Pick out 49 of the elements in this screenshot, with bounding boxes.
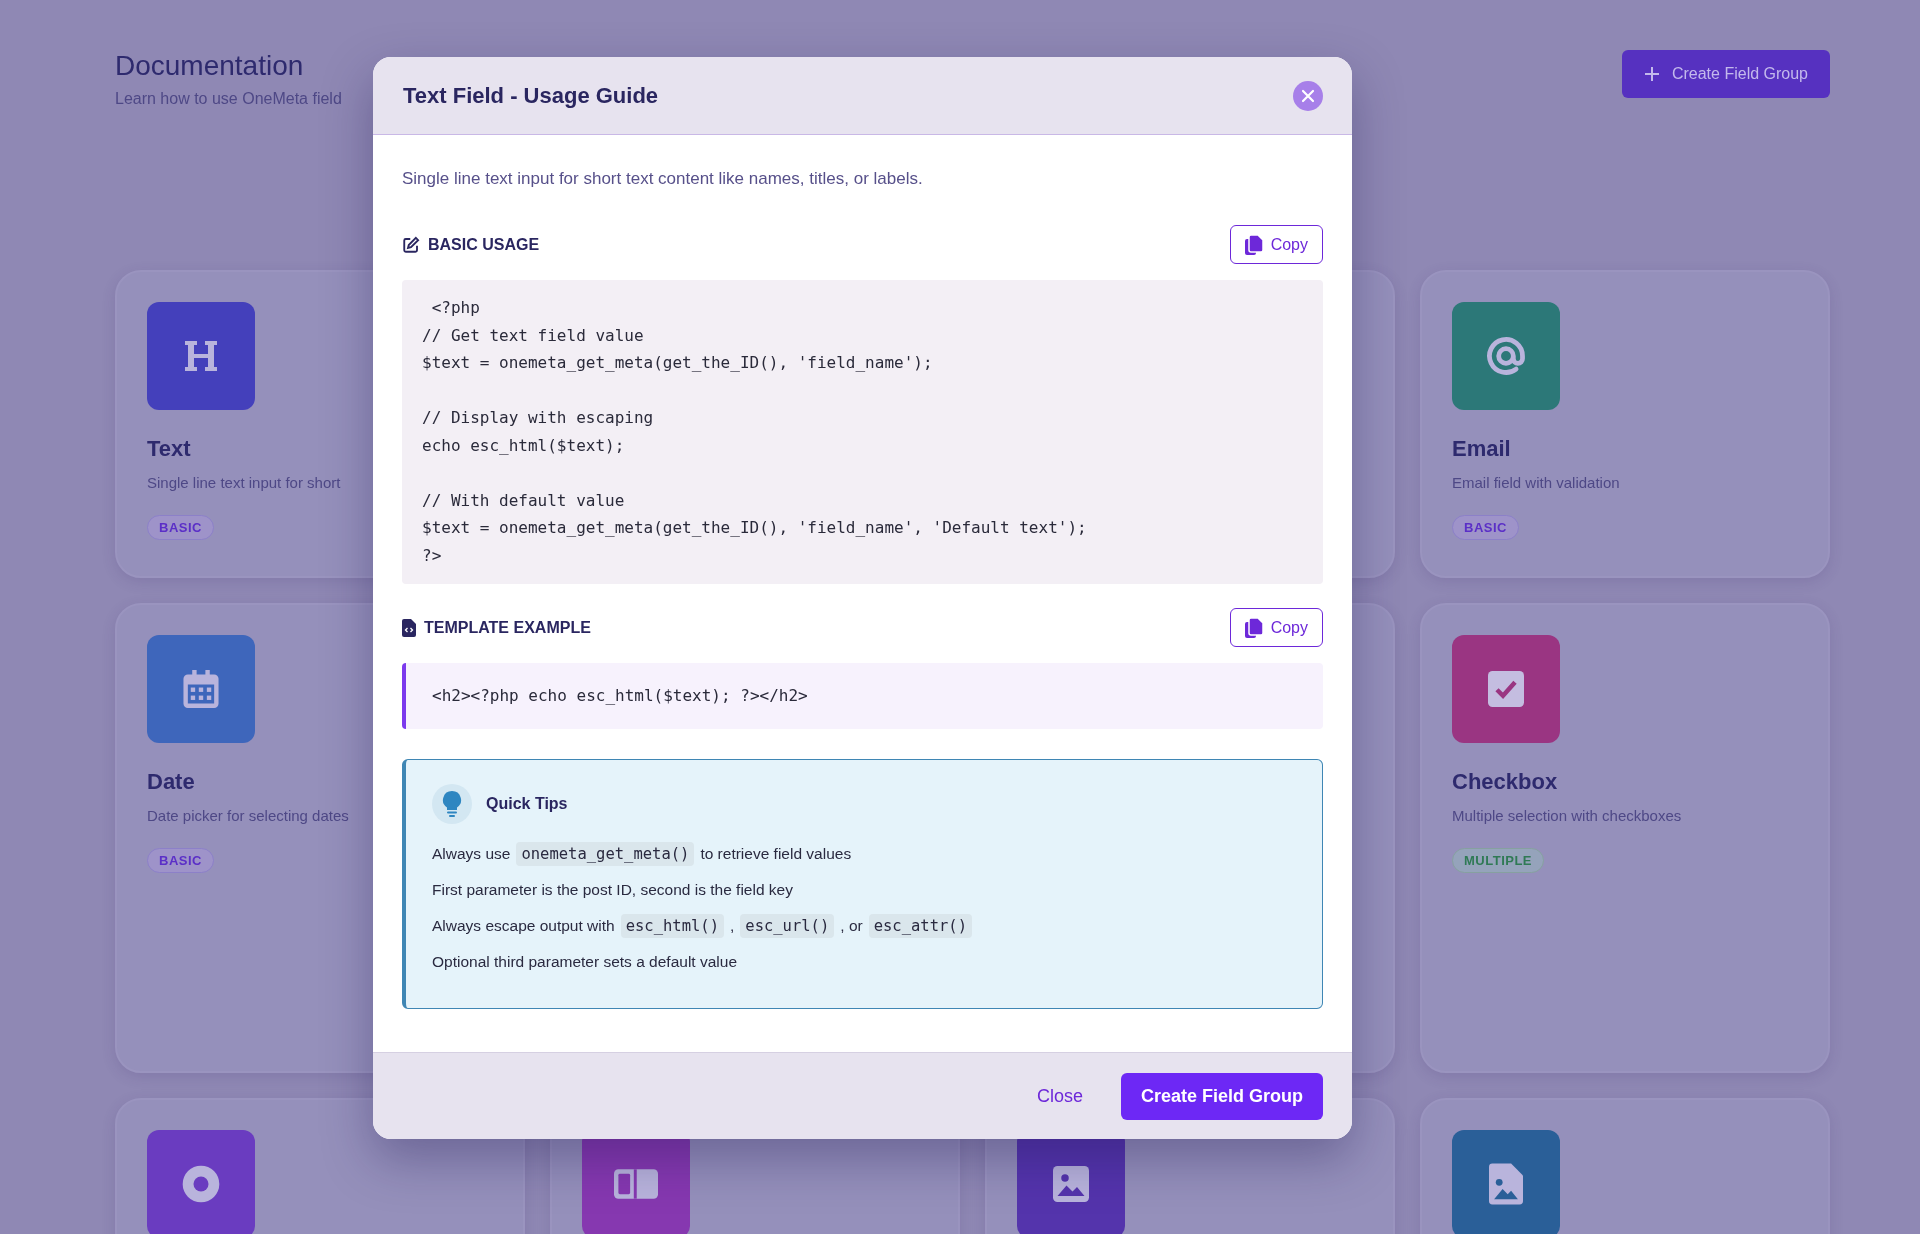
field-card[interactable]: Checkbox Multiple selection with checkboxes MULTIPLE	[1420, 603, 1830, 1073]
page-subtitle: Learn how to use OneMeta field	[115, 90, 342, 108]
code-snippet: esc_url()	[740, 913, 835, 938]
calendar-icon	[183, 670, 219, 708]
card-title: Email	[1452, 436, 1511, 462]
tip-text: , or	[840, 916, 863, 935]
copy-icon	[1244, 617, 1263, 638]
edit-icon	[402, 235, 420, 254]
card-title: Date	[147, 769, 195, 795]
copy-button[interactable]: Copy	[1229, 225, 1323, 264]
section-heading: BASIC USAGE	[428, 235, 540, 254]
close-link[interactable]: Close	[1032, 1081, 1087, 1111]
card-title: Checkbox	[1452, 769, 1558, 795]
code-block: <h2><?php echo esc_html($text); ?></h2>	[402, 663, 1323, 729]
card-description: Email field with validation	[1452, 474, 1620, 491]
category-badge: BASIC	[1452, 515, 1519, 540]
create-field-group-button[interactable]: Create Field Group	[1621, 50, 1830, 98]
radio-icon	[181, 1164, 221, 1204]
create-field-group-button[interactable]: Create Field Group	[1120, 1072, 1323, 1120]
copy-button[interactable]: Copy	[1229, 608, 1323, 647]
copy-icon	[1244, 234, 1263, 255]
card-description: Date picker for selecting dates	[147, 807, 349, 824]
at-icon	[1484, 334, 1528, 378]
lightbulb-icon	[432, 783, 472, 824]
category-badge: BASIC	[147, 848, 214, 873]
code-snippet: esc_attr()	[868, 913, 973, 938]
code-file-icon	[402, 618, 416, 637]
category-badge: MULTIPLE	[1452, 848, 1545, 873]
image-icon	[1053, 1166, 1089, 1202]
image-file-icon	[1489, 1163, 1523, 1205]
code-snippet: esc_html()	[620, 913, 724, 938]
tip-text: Always use	[432, 844, 511, 863]
page-title: Documentation	[115, 50, 305, 82]
close-button[interactable]	[1293, 80, 1323, 111]
code-snippet: onemeta_get_meta()	[516, 841, 695, 866]
card-title: Text	[147, 436, 191, 462]
tip-text: ,	[730, 916, 735, 935]
category-badge: BASIC	[147, 515, 214, 540]
code-block: <?php // Get text field value $text = onemeta_get_meta(get_the_ID(), 'field_name'); // Display with escaping echo esc_html($text); // With default value $text = onemeta_get_meta(get_the_ID(), 'field_name', 'Default text'); ?>	[402, 280, 1323, 584]
field-card[interactable]: Email Email field with validation BASIC	[1420, 270, 1830, 578]
modal-title: Text Field - Usage Guide	[403, 82, 659, 109]
plus-icon	[1643, 66, 1660, 82]
close-icon	[1301, 88, 1315, 103]
tip-text: to retrieve field values	[700, 844, 852, 863]
card-description: Single line text input for short	[147, 474, 341, 491]
columns-icon	[614, 1169, 658, 1199]
checkbox-icon	[1488, 671, 1524, 707]
field-description: Single line text input for short text content like names, titles, or labels.	[402, 169, 924, 189]
card-description: Multiple selection with checkboxes	[1452, 807, 1682, 824]
